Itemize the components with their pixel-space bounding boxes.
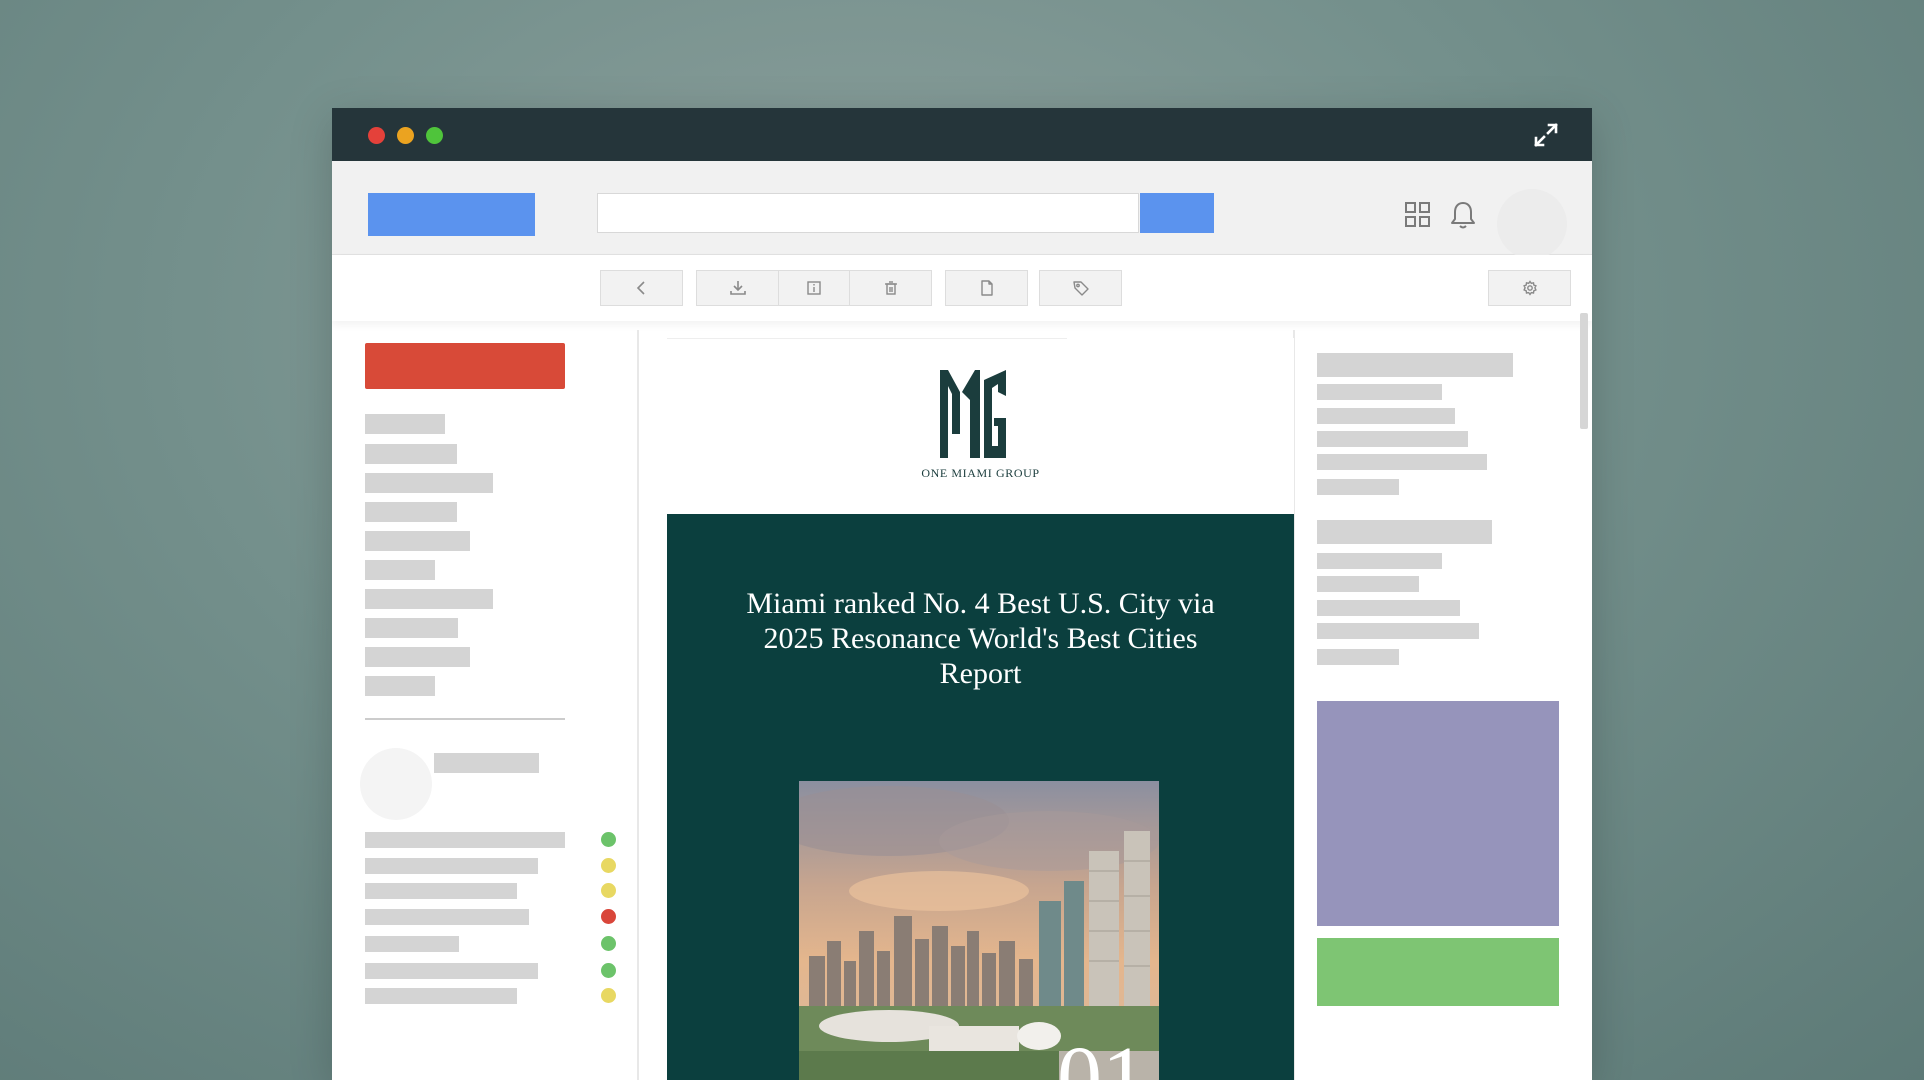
- right-panel-line: [1317, 576, 1419, 592]
- browser-window: ONE MIAMI GROUP Miami ranked No. 4 Best …: [332, 108, 1592, 1080]
- right-panel-line: [1317, 431, 1468, 447]
- status-dot: [601, 988, 616, 1003]
- email-headline: Miami ranked No. 4 Best U.S. City via 20…: [746, 587, 1215, 690]
- right-panel-line: [1317, 384, 1442, 400]
- sidebar-item[interactable]: [365, 618, 458, 638]
- contact-list-item[interactable]: [365, 832, 565, 848]
- user-avatar[interactable]: [1497, 189, 1567, 259]
- status-dot: [601, 832, 616, 847]
- right-panel-line: [1317, 479, 1399, 495]
- brand-name: ONE MIAMI GROUP: [921, 466, 1040, 480]
- back-arrow-icon: [636, 281, 645, 295]
- tag-icon: [1072, 281, 1089, 296]
- contact-list-item[interactable]: [365, 988, 517, 1004]
- sidebar-item[interactable]: [365, 473, 493, 493]
- status-dot: [601, 858, 616, 873]
- sidebar-item[interactable]: [365, 560, 435, 580]
- app-logo[interactable]: [368, 193, 535, 236]
- window-close-button[interactable]: [368, 127, 385, 144]
- compose-button[interactable]: [365, 343, 565, 389]
- contact-list-item[interactable]: [365, 883, 517, 899]
- contact-list-item[interactable]: [365, 909, 529, 925]
- sidebar-item[interactable]: [365, 414, 445, 434]
- sidebar-item[interactable]: [365, 531, 470, 551]
- settings-button[interactable]: [1488, 270, 1571, 306]
- contact-list-item[interactable]: [365, 936, 459, 952]
- right-panel-line: [1317, 408, 1455, 424]
- search-input[interactable]: [597, 193, 1139, 233]
- email-hero: Miami ranked No. 4 Best U.S. City via 20…: [667, 514, 1294, 1080]
- brand-logo-mark: [940, 370, 1006, 458]
- gear-icon: [1522, 280, 1537, 296]
- contact-list-item[interactable]: [365, 963, 538, 979]
- status-dot: [601, 936, 616, 951]
- info-button[interactable]: [778, 270, 850, 306]
- ranking-number: 01: [1057, 1029, 1147, 1080]
- window-maximize-button[interactable]: [426, 127, 443, 144]
- status-dot: [601, 963, 616, 978]
- search-button[interactable]: [1140, 193, 1214, 233]
- trash-icon: [884, 281, 897, 295]
- document-button[interactable]: [945, 270, 1028, 306]
- status-dot: [601, 909, 616, 924]
- download-icon: [729, 281, 746, 295]
- right-panel-heading: [1317, 520, 1492, 544]
- right-panel-heading: [1317, 353, 1513, 377]
- info-icon: [807, 281, 821, 295]
- sidebar-item[interactable]: [365, 502, 457, 522]
- expand-icon[interactable]: [1532, 121, 1560, 149]
- sidebar-item[interactable]: [365, 444, 457, 464]
- delete-button[interactable]: [849, 270, 932, 306]
- right-panel-line: [1317, 623, 1479, 639]
- right-panel-line: [1317, 649, 1399, 665]
- contact-list-item[interactable]: [365, 858, 538, 874]
- download-button[interactable]: [696, 270, 779, 306]
- window-minimize-button[interactable]: [397, 127, 414, 144]
- label-button[interactable]: [1039, 270, 1122, 306]
- ad-banner-green[interactable]: [1317, 938, 1559, 1006]
- right-panel-line: [1317, 454, 1487, 470]
- window-titlebar: [332, 108, 1592, 161]
- right-panel-line: [1317, 600, 1460, 616]
- app-header: [332, 161, 1592, 259]
- sidebar-item[interactable]: [365, 589, 493, 609]
- email-body: ONE MIAMI GROUP Miami ranked No. 4 Best …: [667, 338, 1294, 1080]
- email-divider: [667, 338, 1067, 339]
- document-icon: [980, 280, 993, 296]
- right-panel-line: [1317, 553, 1442, 569]
- bell-icon[interactable]: [1449, 199, 1477, 231]
- contact-avatar[interactable]: [360, 748, 432, 820]
- apps-grid-icon[interactable]: [1404, 201, 1432, 229]
- message-toolbar: [332, 255, 1592, 321]
- sidebar-divider: [365, 718, 565, 720]
- back-button[interactable]: [600, 270, 683, 306]
- contact-name: [434, 753, 539, 773]
- scrollbar-thumb[interactable]: [1580, 313, 1588, 429]
- status-dot: [601, 883, 616, 898]
- sidebar-item[interactable]: [365, 676, 435, 696]
- sidebar-separator: [637, 330, 639, 1080]
- sidebar-item[interactable]: [365, 647, 470, 667]
- ad-banner-purple[interactable]: [1317, 701, 1559, 926]
